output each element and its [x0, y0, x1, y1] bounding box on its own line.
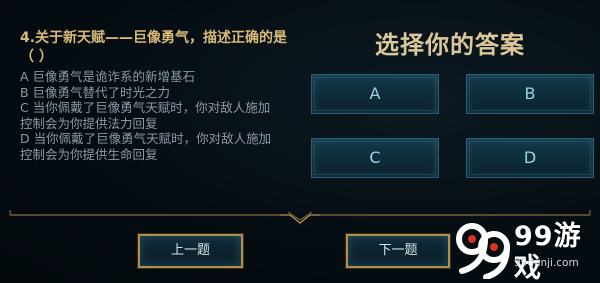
answer-button-d[interactable]: D	[466, 138, 594, 178]
watermark-logo-icon	[456, 223, 510, 279]
next-question-button[interactable]: 下一题	[345, 233, 451, 269]
option-list: A 巨像勇气是诡诈系的新增基石 B 巨像勇气替代了时光之力 C 当你佩戴了巨像勇…	[20, 69, 290, 163]
watermark-url: 99danji.com	[514, 257, 579, 269]
watermark-logo-text: 99游戏	[514, 221, 582, 283]
answer-button-c[interactable]: C	[311, 138, 439, 178]
option-c-text: C 当你佩戴了巨像勇气天赋时，你对敌人施加	[20, 100, 271, 116]
option-a-text: A 巨像勇气是诡诈系的新增基石	[20, 69, 196, 84]
site-watermark: 99游戏 99danji.com	[452, 217, 597, 283]
answer-heading: 选择你的答案	[375, 31, 525, 59]
option-b-text: B 巨像勇气替代了时光之力	[20, 84, 171, 100]
option-d-text-cont: 控制会为你提供生命回复	[20, 146, 158, 162]
option-c-text-cont: 控制会为你提供法力回复	[20, 115, 158, 131]
quiz-screen: 4.关于新天赋——巨像勇气，描述正确的是（ ） A 巨像勇气是诡诈系的新增基石 …	[0, 0, 600, 283]
question-title: 4.关于新天赋——巨像勇气，描述正确的是（ ）	[20, 30, 288, 65]
answer-button-b[interactable]: B	[466, 74, 594, 114]
prev-question-button[interactable]: 上一题	[137, 233, 244, 269]
option-d-text: D 当你佩戴了巨像勇气天赋时，你对敌人施加	[20, 131, 272, 147]
answer-button-a[interactable]: A	[311, 74, 439, 114]
